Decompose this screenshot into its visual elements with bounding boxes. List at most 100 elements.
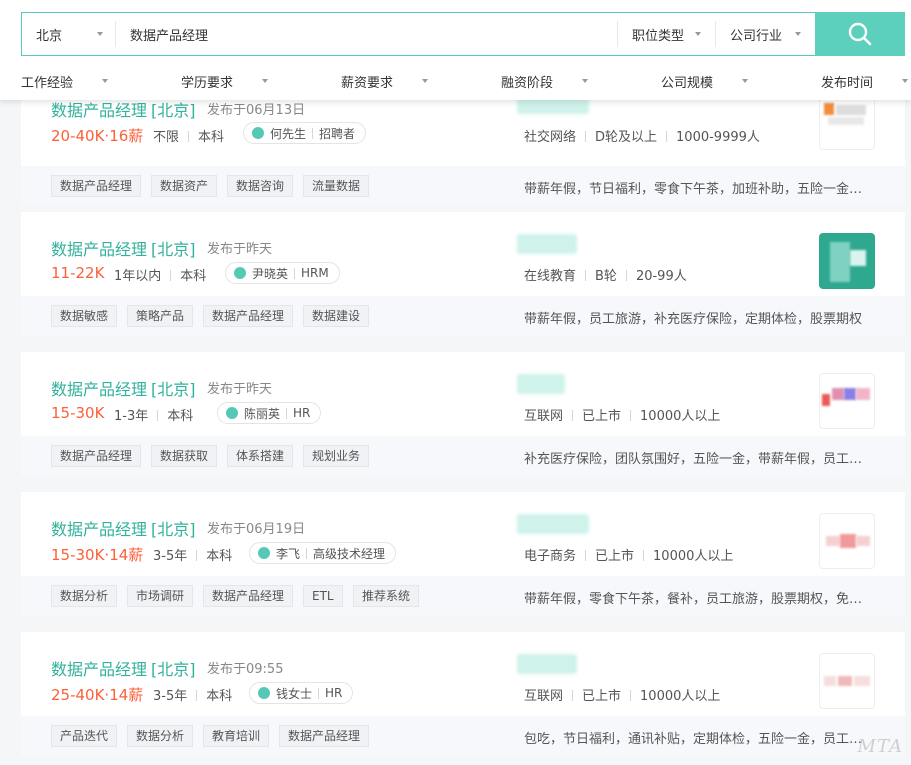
company-info: 互联网已上市10000人以上 [524,685,720,704]
benefits: 带薪年假，零食下午茶，餐补，员工旅游，股票期权，免费班车 [524,588,866,607]
benefits: 包吃，节日福利，通讯补贴，定期体检，五险一金，员工旅游 [524,728,866,747]
tags-row: 数据产品经理 数据资产 数据咨询 流量数据 带薪年假，节日福利，零食下午茶，加班… [21,166,905,206]
recruiter-chat-button[interactable]: 李飞高级技术经理 [249,542,396,564]
publish-time: 发布于06月19日 [207,518,305,537]
skill-tag[interactable]: 教育培训 [203,725,269,747]
skill-tag[interactable]: 数据产品经理 [203,305,293,327]
requirements: 不限本科 [153,126,224,145]
search-button[interactable] [815,12,905,56]
search-input[interactable]: 数据产品经理 [116,13,617,55]
chevron-down-icon [795,32,801,36]
job-card[interactable]: 数据产品经理[北京] 发布于06月13日 20-40K·16薪 不限本科 何先生… [21,82,905,206]
skill-tag[interactable]: 流量数据 [303,175,369,197]
skill-tag[interactable]: 数据获取 [151,445,217,467]
job-title-link[interactable]: 数据产品经理[北京] [51,97,196,121]
top-search-bar: 北京 数据产品经理 职位类型 公司行业 工作经验 学历要求 [0,0,911,100]
filter-label: 薪资要求 [341,72,393,91]
skill-tag[interactable]: 规划业务 [303,445,369,467]
recruiter-chat-button[interactable]: 钱女士HR [249,682,353,704]
chevron-down-icon [582,79,588,83]
chat-icon [258,547,270,559]
company-info: 在线教育B轮20-99人 [524,265,687,284]
skill-tag[interactable]: 市场调研 [127,585,193,607]
job-card[interactable]: 数据产品经理[北京] 发布于昨天 15-30K 1-3年本科 陈丽英HR 互联网… [21,352,905,476]
filter-label: 公司规模 [661,72,713,91]
skill-tag[interactable]: 产品迭代 [51,725,117,747]
publish-time: 发布于09:55 [207,658,283,677]
requirements: 1-3年本科 [114,405,193,424]
chevron-down-icon [262,79,268,83]
filter-publish-time[interactable]: 发布时间 [821,72,873,91]
filter-label: 学历要求 [181,72,233,91]
company-name-blurred[interactable] [517,654,577,674]
skill-tag[interactable]: 数据产品经理 [203,585,293,607]
chevron-down-icon [102,79,108,83]
skill-tag[interactable]: 数据敏感 [51,305,117,327]
company-logo[interactable] [819,513,875,569]
recruiter-chat-button[interactable]: 尹晓英HRM [225,262,340,284]
industry-dropdown[interactable]: 公司行业 [715,21,815,47]
company-name-blurred[interactable] [517,374,565,394]
job-card[interactable]: 数据产品经理[北京] 发布于06月19日 15-30K·14薪 3-5年本科 李… [21,492,905,616]
skill-tag[interactable]: 策略产品 [127,305,193,327]
company-name-blurred[interactable] [517,514,589,534]
filter-label: 发布时间 [821,72,873,91]
skill-tag[interactable]: 数据咨询 [227,175,293,197]
recruiter-chat-button[interactable]: 陈丽英HR [217,402,321,424]
filter-funding[interactable]: 融资阶段 [501,72,553,91]
chat-icon [226,407,238,419]
company-logo[interactable] [819,653,875,709]
job-title-link[interactable]: 数据产品经理[北京] [51,656,196,680]
job-card[interactable]: 数据产品经理[北京] 发布于昨天 11-22K 1年以内本科 尹晓英HRM 在线… [21,212,905,336]
skill-tag[interactable]: 数据产品经理 [51,175,141,197]
skill-tag[interactable]: 数据分析 [51,585,117,607]
publish-time: 发布于昨天 [207,238,272,257]
skill-tag[interactable]: ETL [303,585,343,607]
city-selector[interactable]: 北京 [22,21,116,47]
salary: 11-22K [51,264,104,282]
salary: 15-30K·14薪 [51,544,143,565]
company-logo[interactable] [819,94,875,150]
skill-tag[interactable]: 数据分析 [127,725,193,747]
skill-tag[interactable]: 体系搭建 [227,445,293,467]
industry-label: 公司行业 [730,25,782,44]
skill-tag[interactable]: 数据产品经理 [51,445,141,467]
job-title-link[interactable]: 数据产品经理[北京] [51,376,196,400]
skill-tag[interactable]: 数据资产 [151,175,217,197]
filter-salary[interactable]: 薪资要求 [341,72,393,91]
skill-tag[interactable]: 数据建设 [303,305,369,327]
job-type-dropdown[interactable]: 职位类型 [617,21,715,47]
filter-label: 融资阶段 [501,72,553,91]
salary: 20-40K·16薪 [51,125,143,146]
tags-row: 产品迭代 数据分析 教育培训 数据产品经理 包吃，节日福利，通讯补贴，定期体检，… [21,716,905,756]
skill-tag[interactable]: 推荐系统 [353,585,419,607]
company-info: 互联网已上市10000人以上 [524,405,720,424]
company-info: 社交网络D轮及以上1000-9999人 [524,126,760,145]
company-logo[interactable] [819,233,875,289]
requirements: 3-5年本科 [153,545,232,564]
job-title-link[interactable]: 数据产品经理[北京] [51,516,196,540]
chat-icon [234,267,246,279]
filter-education[interactable]: 学历要求 [181,72,233,91]
company-logo[interactable] [819,373,875,429]
search-icon [847,21,873,47]
search-query-text: 数据产品经理 [130,25,208,44]
filter-company-size[interactable]: 公司规模 [661,72,713,91]
recruiter-chat-button[interactable]: 何先生招聘者 [243,122,366,144]
chevron-down-icon [742,79,748,83]
chevron-down-icon [97,32,103,36]
skill-tag[interactable]: 数据产品经理 [279,725,369,747]
filter-experience[interactable]: 工作经验 [21,72,73,91]
salary: 25-40K·14薪 [51,684,143,705]
job-title-link[interactable]: 数据产品经理[北京] [51,236,196,260]
tags-row: 数据敏感 策略产品 数据产品经理 数据建设 带薪年假，员工旅游，补充医疗保险，定… [21,296,905,336]
search-box: 北京 数据产品经理 职位类型 公司行业 [21,12,905,56]
company-name-blurred[interactable] [517,234,577,254]
requirements: 3-5年本科 [153,685,232,704]
publish-time: 发布于昨天 [207,378,272,397]
chat-icon [258,687,270,699]
benefits: 补充医疗保险，团队氛围好，五险一金，带薪年假，员工旅游 [524,448,866,467]
job-card[interactable]: 数据产品经理[北京] 发布于09:55 25-40K·14薪 3-5年本科 钱女… [21,632,905,756]
tags-row: 数据产品经理 数据获取 体系搭建 规划业务 补充医疗保险，团队氛围好，五险一金，… [21,436,905,476]
chevron-down-icon [695,32,701,36]
